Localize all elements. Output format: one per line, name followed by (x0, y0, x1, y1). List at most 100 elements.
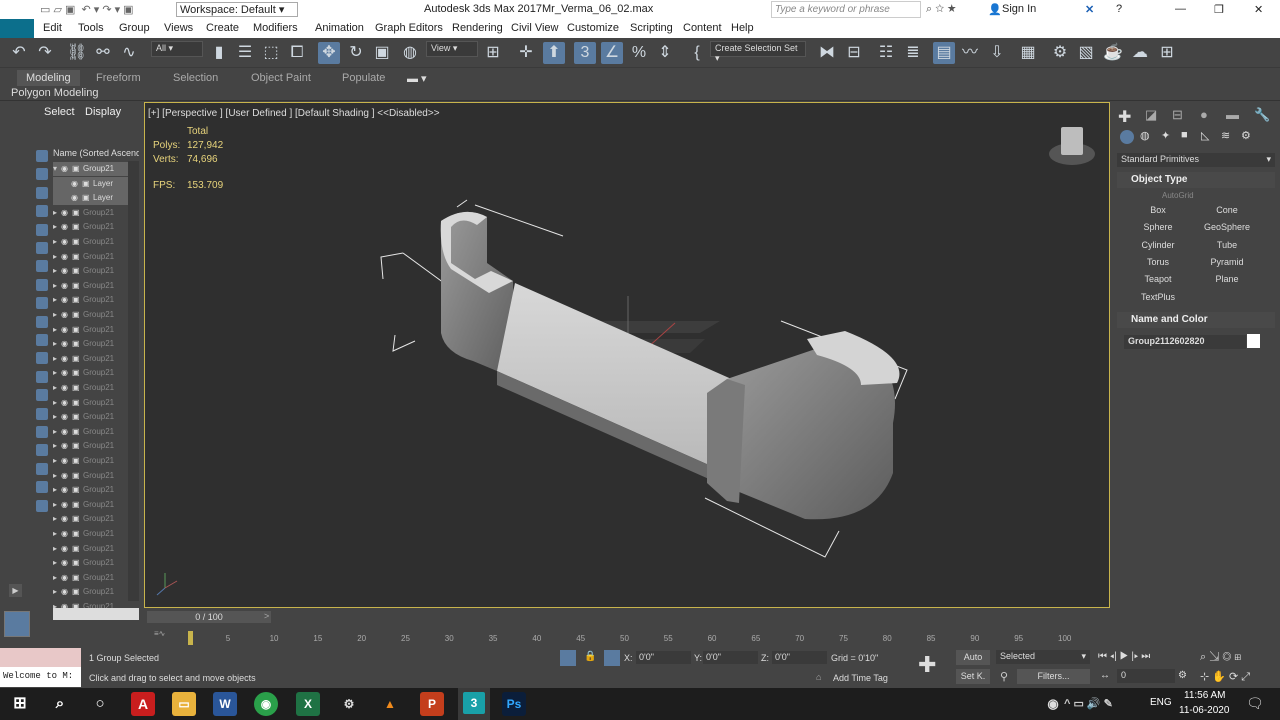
set-key-filter-icon[interactable]: ⚲ (1000, 670, 1008, 683)
scene-row[interactable]: ▸ ◉ ▣ Group21 (53, 264, 139, 278)
search-tools-icons[interactable]: ⌕ ☆ ★ (926, 3, 956, 16)
scene-row[interactable]: ▸ ◉ ▣ Group21 (53, 483, 139, 497)
tab-modeling[interactable]: Modeling (17, 70, 80, 86)
notifications-icon[interactable]: 🗨 (1246, 695, 1264, 712)
selection-filter-dropdown[interactable]: All ▾ (151, 41, 203, 57)
filter-icon[interactable] (36, 352, 48, 365)
scene-row[interactable]: ▸ ◉ ▣ Group21 (53, 323, 139, 337)
visibility-eye-icon[interactable]: ◉ (61, 571, 72, 585)
visibility-eye-icon[interactable]: ◉ (61, 527, 72, 541)
primitive-button-geosphere[interactable]: GeoSphere (1199, 220, 1255, 234)
scene-row[interactable]: ▸ ◉ ▣ Group21 (53, 250, 139, 264)
helpers-icon[interactable]: ◺ (1201, 129, 1209, 142)
place-icon[interactable]: ◍ (399, 42, 421, 64)
mirror-icon[interactable]: ⧓ (816, 42, 838, 64)
viewport-nav-zoom-icons[interactable]: ⌕ ⇲ ◎ ⊞ (1200, 651, 1241, 664)
scene-row[interactable]: ▸ ◉ ▣ Group21 (53, 571, 139, 585)
primitive-button-pyramid[interactable]: Pyramid (1199, 255, 1255, 269)
visibility-eye-icon[interactable]: ◉ (61, 454, 72, 468)
render-setup-icon[interactable]: ⚙ (1049, 42, 1071, 64)
menu-civil-view[interactable]: Civil View (511, 22, 558, 34)
angle-snap-icon[interactable]: ∠ (601, 42, 623, 64)
visibility-eye-icon[interactable]: ◉ (61, 308, 72, 322)
scene-row[interactable]: ▸ ◉ ▣ Group21 (53, 454, 139, 468)
perspective-viewport[interactable]: [+] [Perspective ] [User Defined ] [Defa… (144, 102, 1110, 608)
primitive-button-textplus[interactable]: TextPlus (1130, 290, 1186, 304)
key-icon[interactable]: ✚ (918, 652, 936, 678)
excel-icon[interactable]: X (296, 692, 320, 716)
filter-icon[interactable] (36, 168, 48, 181)
word-icon[interactable]: W (213, 692, 237, 716)
time-tag-icon[interactable]: ⌂ (816, 672, 821, 682)
tab-object-paint[interactable]: Object Paint (251, 72, 311, 84)
window-crossing-icon[interactable]: ⧠ (286, 42, 308, 64)
primitive-button-plane[interactable]: Plane (1199, 272, 1255, 286)
sign-in-link[interactable]: Sign In (1002, 3, 1036, 15)
3dsmax-taskbar-item[interactable]: 3 (458, 688, 490, 720)
primitive-button-teapot[interactable]: Teapot (1130, 272, 1186, 286)
spacewarps-icon[interactable]: ≋ (1221, 129, 1230, 142)
visibility-eye-icon[interactable]: ◉ (71, 177, 82, 191)
menu-create[interactable]: Create (206, 22, 239, 34)
help-icon[interactable]: ? (1116, 3, 1122, 15)
tab-selection[interactable]: Selection (173, 72, 218, 84)
filter-icon[interactable] (36, 370, 48, 383)
visibility-eye-icon[interactable]: ◉ (61, 162, 72, 176)
scene-scrollbar[interactable] (128, 161, 139, 601)
autogrid-checkbox[interactable]: AutoGrid (1162, 191, 1194, 200)
z-field[interactable]: 0'0" (772, 651, 827, 664)
viewport-nav-pan-icons[interactable]: ⊹ ✋ ⟳ ⤢ (1200, 670, 1250, 684)
unlink-icon[interactable]: ⚯ (92, 42, 114, 64)
scene-row[interactable]: ▸ ◉ ▣ Group21 (53, 220, 139, 234)
set-key-button[interactable]: Set K. (956, 669, 990, 684)
percent-snap-icon[interactable]: % (628, 42, 650, 64)
scene-row[interactable]: ▸ ◉ ▣ Group21 (53, 381, 139, 395)
edit-named-selection-icon[interactable]: { (686, 42, 708, 64)
quick-access-icons[interactable]: ▭ ▱ ▣ ↶ ▾ ↷ ▾ ▣ (40, 3, 134, 16)
display-tab-icon[interactable]: ▬ (1226, 107, 1239, 122)
selection-set-dropdown[interactable]: Create Selection Set ▾ (710, 41, 806, 63)
lock-selection-icon[interactable]: 🔒 (584, 651, 596, 662)
visibility-eye-icon[interactable]: ◉ (61, 483, 72, 497)
absolute-mode-icon[interactable] (604, 650, 620, 666)
visibility-eye-icon[interactable]: ◉ (61, 323, 72, 337)
visibility-eye-icon[interactable]: ◉ (61, 293, 72, 307)
scene-row[interactable]: ▸ ◉ ▣ Group21 (53, 469, 139, 483)
task-view-icon[interactable]: ○ (88, 692, 112, 716)
key-mode-dropdown[interactable]: Selected ▾ (996, 650, 1090, 664)
scene-row[interactable]: ▸ ◉ ▣ Group21 (53, 366, 139, 380)
filter-icon[interactable] (36, 297, 48, 310)
scene-row[interactable]: ▸ ◉ ▣ Group21 (53, 527, 139, 541)
time-slider[interactable]: 0 / 100 (147, 611, 271, 623)
menu-modifiers[interactable]: Modifiers (253, 22, 298, 34)
primitive-button-cone[interactable]: Cone (1199, 203, 1255, 217)
x-field[interactable]: 0'0" (636, 651, 691, 664)
layer-explorer-icon[interactable]: ≣ (902, 42, 924, 64)
scene-row[interactable]: ▸ ◉ ▣ Group21 (53, 352, 139, 366)
visibility-eye-icon[interactable]: ◉ (61, 352, 72, 366)
name-and-color-rollout[interactable]: Name and Color (1117, 312, 1275, 328)
filter-icon[interactable] (36, 499, 48, 512)
system-tray-icons[interactable]: ◉ (1041, 692, 1065, 716)
filter-icon[interactable] (36, 426, 48, 438)
search-taskbar-icon[interactable]: ⌕ (48, 692, 72, 716)
menu-help[interactable]: Help (731, 22, 754, 34)
filter-icon[interactable] (36, 315, 48, 328)
scene-row[interactable]: ▸ ◉ ▣ Group21 (53, 425, 139, 439)
time-config-icon[interactable]: ⚙ (1178, 670, 1187, 681)
search-input[interactable]: Type a keyword or phrase (771, 1, 921, 18)
powerpoint-icon[interactable]: P (420, 692, 444, 716)
viewcube[interactable] (1049, 125, 1095, 165)
scene-row[interactable]: ▸ ◉ ▣ Group21 (53, 235, 139, 249)
schematic-view-icon[interactable]: ⇩ (986, 42, 1008, 64)
visibility-eye-icon[interactable]: ◉ (61, 381, 72, 395)
lights-icon[interactable]: ✦ (1161, 129, 1170, 142)
column-header[interactable]: Name (Sorted Ascendi (53, 148, 139, 158)
time-slider-next-icon[interactable]: > (264, 611, 269, 621)
undo-icon[interactable]: ↶ (8, 42, 30, 64)
menu-views[interactable]: Views (164, 22, 193, 34)
clock-date[interactable]: 11-06-2020 (1179, 705, 1229, 716)
scene-row[interactable]: ▸ ◉ ▣ Group21 (53, 498, 139, 512)
key-filters-button[interactable]: Filters... (1017, 669, 1090, 684)
filter-icon[interactable] (36, 260, 48, 273)
